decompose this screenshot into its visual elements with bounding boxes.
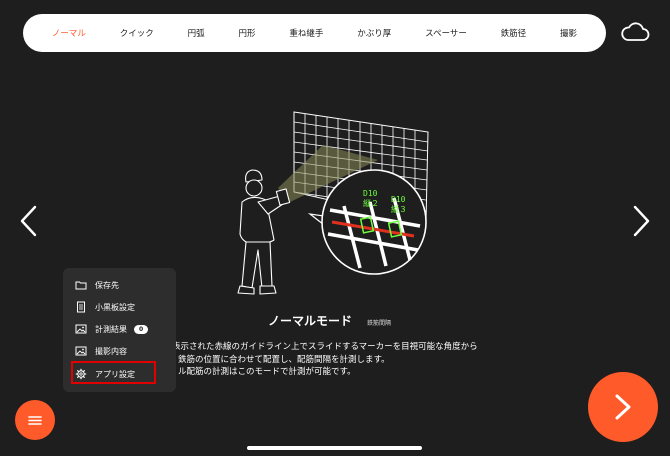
mode-tag: 鉄筋間隔 — [367, 320, 392, 327]
menu-item-measurement-results[interactable]: 計測結果 0 — [75, 320, 149, 338]
rebar-label-left: D10 — [363, 189, 378, 198]
menu-item-blackboard-settings[interactable]: 小黒板設定 — [75, 298, 135, 316]
image-icon — [75, 324, 87, 334]
tab-cover-thickness[interactable]: かぶり厚 — [355, 23, 393, 43]
tab-photo[interactable]: 撮影 — [558, 23, 579, 43]
cloud-icon[interactable] — [620, 20, 650, 44]
chevron-left-icon[interactable] — [18, 204, 40, 238]
rebar-label-left-sub: 縦２ — [363, 198, 379, 208]
tab-spacer[interactable]: スペーサー — [423, 23, 469, 43]
chevron-right-icon[interactable] — [630, 204, 652, 238]
menu-item-save-location[interactable]: 保存先 — [75, 276, 119, 294]
description-line: 鉄筋の位置に合わせて配置し、配筋間隔を計測します。 — [178, 354, 390, 365]
mode-title: ノーマルモード — [268, 314, 353, 328]
folder-icon — [75, 281, 87, 290]
rebar-label-right-sub: 縦３ — [391, 204, 407, 214]
document-icon — [77, 301, 85, 313]
tab-arc[interactable]: 円弧 — [186, 23, 207, 43]
home-indicator[interactable] — [247, 446, 422, 450]
mode-tab-bar: ノーマル クイック 円弧 円形 重ね継手 かぶり厚 スペーサー 鉄筋径 撮影 — [23, 14, 606, 52]
hamburger-icon — [28, 416, 42, 425]
description-line: 表示された赤線のガイドライン上でスライドするマーカーを目視可能な角度から — [172, 342, 478, 352]
tab-lap-joint[interactable]: 重ね継手 — [287, 23, 325, 43]
rebar-label-right: D10 — [391, 195, 406, 204]
tab-rebar-diameter[interactable]: 鉄筋径 — [499, 23, 529, 43]
tab-normal[interactable]: ノーマル — [50, 23, 88, 43]
menu-button[interactable] — [15, 400, 55, 440]
mode-description: 表示された赤線のガイドライン上でスライドするマーカーを目視可能な角度から 鉄筋の… — [172, 341, 532, 379]
tab-circle[interactable]: 円形 — [237, 23, 258, 43]
app-settings-highlight — [71, 361, 156, 384]
menu-item-label: 小黒板設定 — [95, 302, 135, 312]
menu-item-photo-contents[interactable]: 撮影内容 — [75, 342, 127, 360]
results-count-badge: 0 — [134, 324, 149, 334]
next-button[interactable] — [588, 372, 658, 442]
rebar-measurement-illustration: D10 縦２ D10 縦３ — [237, 111, 429, 295]
menu-item-label: 撮影内容 — [95, 346, 127, 356]
menu-item-label: 計測結果 — [95, 324, 127, 334]
menu-item-label: 保存先 — [95, 280, 119, 290]
chevron-right-icon — [615, 394, 631, 420]
tab-quick[interactable]: クイック — [118, 23, 156, 43]
image-icon — [75, 346, 87, 356]
description-line: ル配筋の計測はこのモードで計測が可能です。 — [178, 367, 356, 377]
